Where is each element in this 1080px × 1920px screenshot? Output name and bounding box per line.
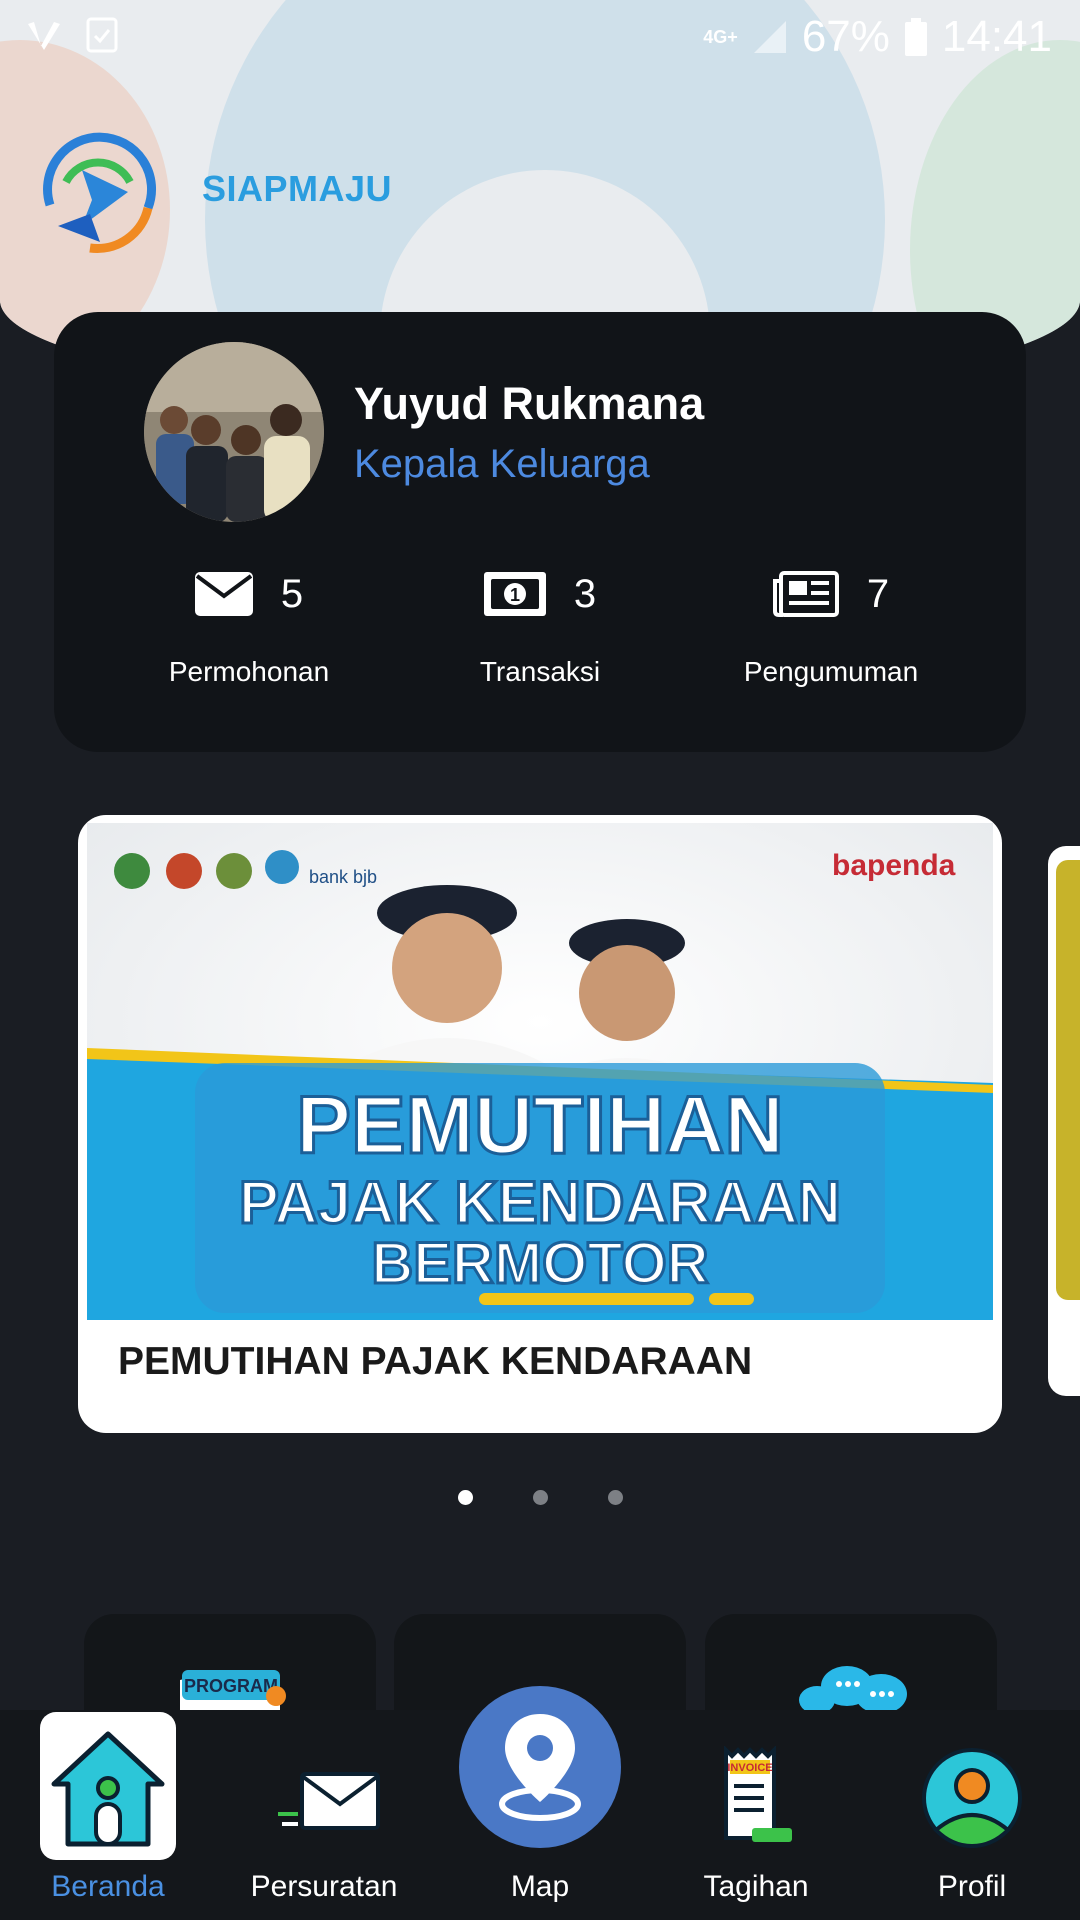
invoice-icon: INVOICE	[724, 1746, 792, 1842]
nav-item-tagihan[interactable]: INVOICE Tagihan	[648, 1710, 864, 1920]
banner-image: bank bjb bapenda PEMUTIHAN PAJAK KENDARA…	[87, 823, 993, 1320]
map-pin-icon	[499, 1714, 581, 1821]
app-name: SIAPMAJU	[202, 168, 393, 209]
profile-card: Yuyud Rukmana Kepala Keluarga 5 Permohon…	[54, 312, 1026, 752]
nav-item-profil[interactable]: Profil	[864, 1710, 1080, 1920]
stat-transaksi[interactable]: 1 3 Transaksi	[390, 562, 690, 688]
profile-icon	[922, 1748, 1022, 1849]
signal-icon	[753, 21, 786, 53]
nav-label: Persuratan	[250, 1870, 398, 1903]
newspaper-icon	[772, 571, 839, 617]
banner-image	[1056, 860, 1080, 1300]
app-logo-icon	[43, 132, 157, 253]
banner-card-next[interactable]	[1048, 846, 1080, 1396]
money-icon: 1	[483, 572, 546, 616]
family-photo	[144, 342, 324, 522]
carousel-indicator	[0, 1490, 1080, 1510]
user-role: Kepala Keluarga	[354, 442, 650, 486]
logo-dishub-icon	[216, 853, 252, 889]
bank-logo-text: bank bjb	[309, 867, 377, 887]
clock: 14:41	[941, 12, 1052, 61]
home-icon	[51, 1731, 165, 1847]
banner-headline-2: PAJAK KENDARAAN	[239, 1169, 841, 1236]
stat-count: 7	[866, 571, 890, 616]
stat-label: Pengumuman	[743, 656, 919, 687]
battery-percent: 67%	[801, 12, 890, 61]
carousel-dot[interactable]	[608, 1490, 623, 1505]
carousel-dot[interactable]	[533, 1490, 548, 1505]
home-icon-box	[40, 1712, 176, 1860]
network-type: 4G+	[703, 27, 738, 47]
battery-icon	[904, 18, 927, 56]
envelope-icon	[194, 572, 253, 616]
stat-label: Transaksi	[479, 656, 601, 687]
vimeo-icon	[28, 22, 60, 50]
stat-permohonan[interactable]: 5 Permohonan	[99, 562, 399, 688]
banner-headline-3: BERMOTOR	[371, 1231, 708, 1296]
nav-item-beranda[interactable]: Beranda	[0, 1710, 216, 1920]
checklist-icon	[86, 17, 118, 53]
program-icon-text: PROGRAM	[184, 1676, 278, 1696]
bapenda-logo-text: bapenda	[832, 849, 956, 882]
map-button[interactable]	[459, 1686, 621, 1848]
banner-headline-1: PEMUTIHAN	[296, 1080, 783, 1171]
stat-pengumuman[interactable]: 7 Pengumuman	[681, 562, 981, 688]
stat-count: 5	[280, 571, 304, 616]
logo-jabar-icon	[114, 853, 150, 889]
svg-text:1: 1	[510, 585, 520, 605]
nav-label: Map	[510, 1870, 570, 1903]
status-bar: 4G+ 67% 14:41	[0, 0, 1080, 72]
avatar[interactable]	[144, 342, 324, 522]
nav-item-persuratan[interactable]: Persuratan	[216, 1710, 432, 1920]
carousel-dot-active[interactable]	[458, 1490, 473, 1505]
nav-label: Beranda	[51, 1870, 165, 1903]
mail-icon	[278, 1772, 380, 1830]
banner-title: PEMUTIHAN PAJAK KENDARAAN	[118, 1340, 753, 1383]
logo-police-icon	[166, 853, 202, 889]
user-name: Yuyud Rukmana	[354, 378, 705, 429]
nav-label: Tagihan	[703, 1870, 809, 1903]
invoice-icon-text: INVOICE	[727, 1762, 772, 1774]
banner-card[interactable]: bank bjb bapenda PEMUTIHAN PAJAK KENDARA…	[78, 815, 1002, 1433]
nav-label: Profil	[937, 1870, 1007, 1903]
stat-label: Permohonan	[168, 656, 330, 687]
logo-jasaraharja-icon	[265, 850, 299, 884]
stat-count: 3	[573, 571, 597, 616]
